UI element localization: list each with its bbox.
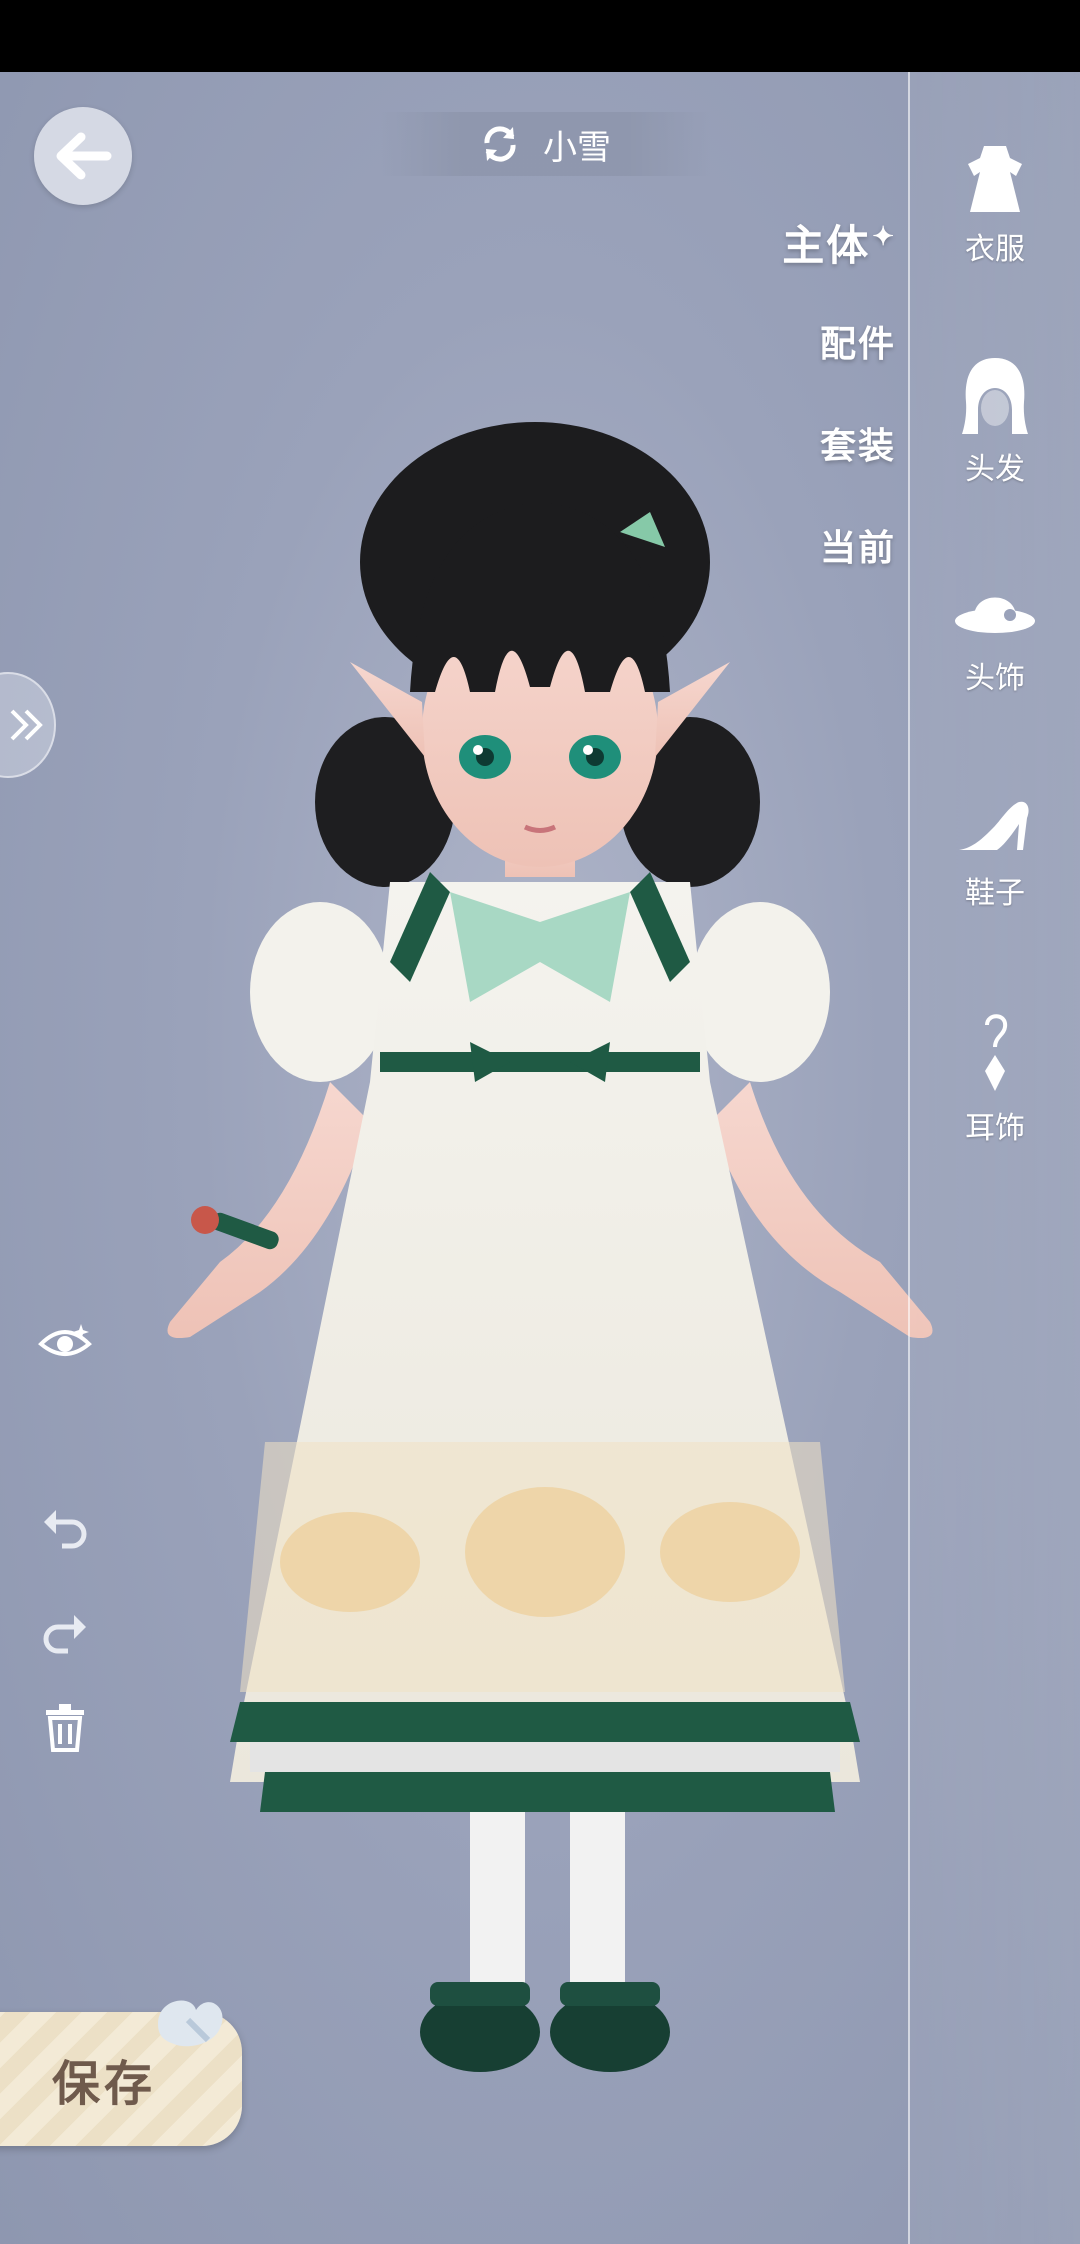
eye-icon bbox=[38, 1324, 92, 1356]
category-panel: 衣服 头发 头饰 鞋子 耳饰 bbox=[908, 72, 1080, 2244]
tab-outfits[interactable]: 套装 bbox=[820, 417, 896, 469]
undo-icon bbox=[44, 1510, 87, 1549]
hat-icon bbox=[955, 597, 1035, 633]
category-earrings[interactable]: 耳饰 bbox=[910, 1007, 1080, 1147]
character-model[interactable] bbox=[90, 362, 990, 2122]
category-label: 头饰 bbox=[965, 661, 1025, 696]
expand-panel-button[interactable] bbox=[0, 672, 56, 778]
high-heel-icon bbox=[959, 801, 1029, 850]
switch-character-icon[interactable] bbox=[479, 123, 521, 165]
visibility-toggle[interactable] bbox=[30, 1312, 100, 1372]
tab-current[interactable]: 当前 bbox=[820, 519, 896, 571]
tab-accessories[interactable]: 配件 bbox=[820, 315, 896, 367]
double-chevron-right-icon bbox=[10, 709, 43, 741]
save-button[interactable]: 保存 bbox=[0, 2000, 242, 2146]
redo-icon bbox=[43, 1615, 86, 1654]
category-hair[interactable]: 头发 bbox=[910, 354, 1080, 488]
category-shoes[interactable]: 鞋子 bbox=[910, 792, 1080, 912]
category-label: 耳饰 bbox=[965, 1111, 1025, 1146]
undo-button[interactable] bbox=[30, 1497, 100, 1557]
trash-icon bbox=[46, 1704, 84, 1752]
character-name: 小雪 bbox=[543, 127, 611, 168]
category-label: 头发 bbox=[965, 452, 1025, 487]
category-label: 衣服 bbox=[965, 232, 1025, 267]
earring-icon bbox=[985, 1014, 1008, 1091]
arrow-left-icon bbox=[56, 132, 112, 180]
character-name-bar[interactable]: 小雪 bbox=[380, 112, 710, 176]
decoration-icon bbox=[158, 2000, 223, 2047]
category-clothes[interactable]: 衣服 bbox=[910, 140, 1080, 268]
delete-button[interactable] bbox=[30, 1697, 100, 1757]
redo-button[interactable] bbox=[30, 1602, 100, 1662]
dress-icon bbox=[968, 146, 1022, 212]
back-button[interactable] bbox=[34, 107, 132, 205]
category-headwear[interactable]: 头饰 bbox=[910, 577, 1080, 697]
tab-main[interactable]: 主体 bbox=[782, 212, 896, 273]
dressup-stage: 小雪 主体 配件 套装 当前 衣服 头发 头饰 bbox=[0, 72, 1080, 2244]
category-label: 鞋子 bbox=[965, 876, 1025, 911]
save-label: 保存 bbox=[52, 2056, 157, 2112]
hair-icon bbox=[962, 358, 1028, 434]
